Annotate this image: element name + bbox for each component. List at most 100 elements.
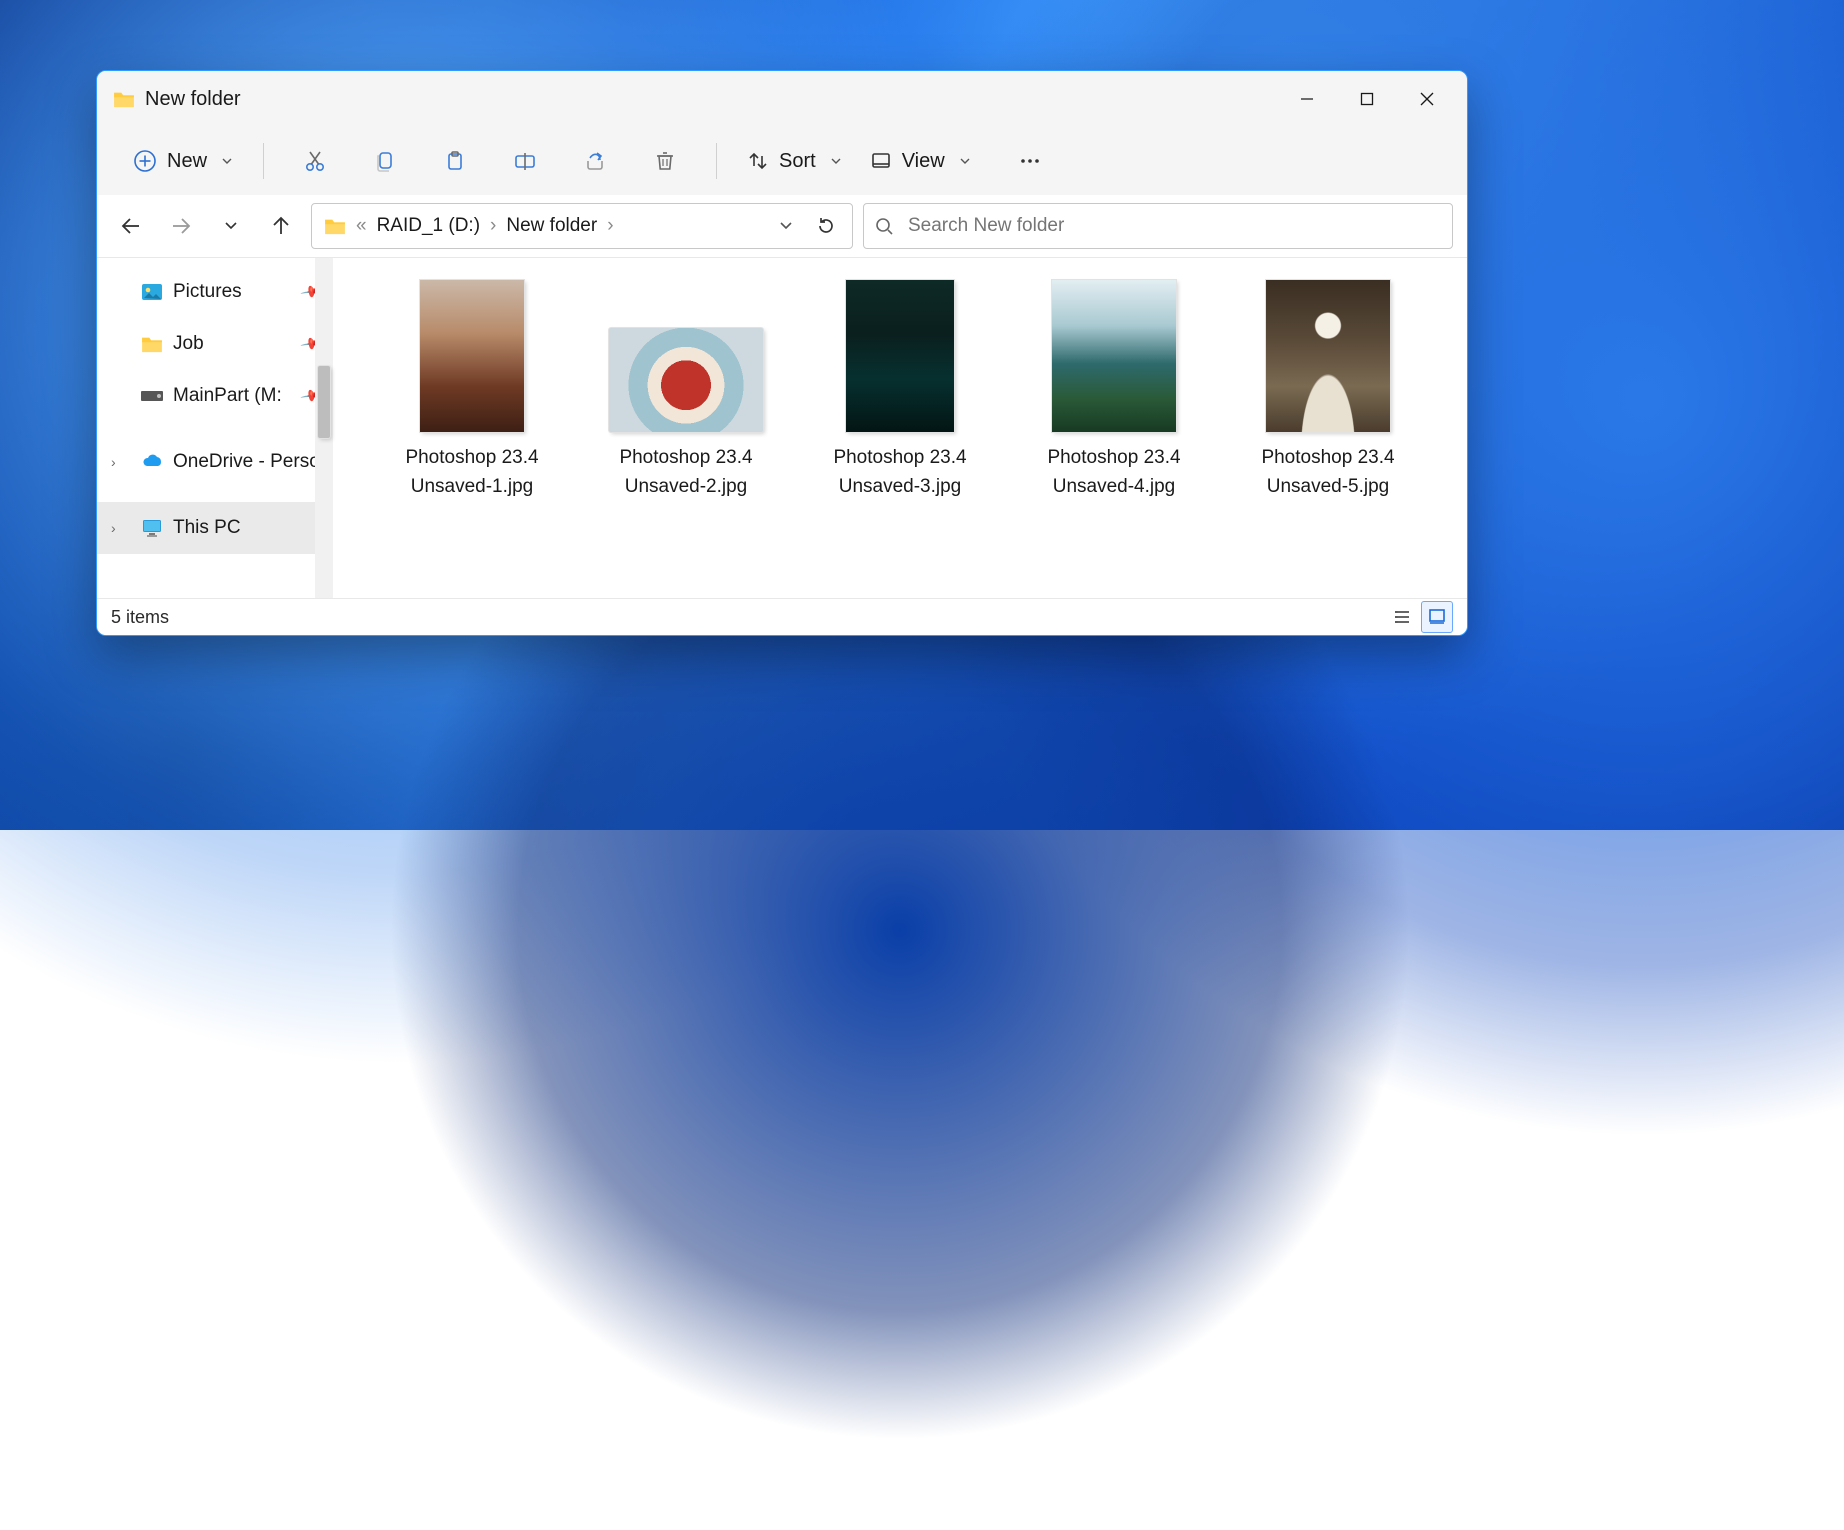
sidebar-item-label: MainPart (M: xyxy=(173,385,282,407)
view-icon xyxy=(870,150,892,172)
drive-icon xyxy=(141,385,163,407)
view-label: View xyxy=(902,150,945,173)
onedrive-icon xyxy=(141,451,163,473)
details-view-toggle[interactable] xyxy=(1387,602,1417,632)
up-button[interactable] xyxy=(261,206,301,246)
view-button[interactable]: View xyxy=(856,139,985,183)
chevron-down-icon xyxy=(830,155,842,167)
chevron-right-icon[interactable]: › xyxy=(111,520,116,536)
thumbnails-icon xyxy=(1428,608,1446,626)
address-history-button[interactable] xyxy=(766,206,806,246)
file-name: Photoshop 23.4 Unsaved-2.jpg xyxy=(619,444,752,501)
scrollbar-thumb[interactable] xyxy=(318,366,330,438)
cut-button[interactable] xyxy=(288,139,342,183)
minimize-button[interactable] xyxy=(1277,71,1337,127)
this-pc-icon xyxy=(141,517,163,539)
more-button[interactable] xyxy=(1003,139,1057,183)
sidebar-item-mainpart[interactable]: MainPart (M: 📌 xyxy=(97,370,333,422)
recent-locations-button[interactable] xyxy=(211,206,251,246)
forward-button[interactable] xyxy=(161,206,201,246)
search-input[interactable] xyxy=(906,214,1442,238)
arrow-up-icon xyxy=(270,215,292,237)
folder-icon xyxy=(324,217,346,235)
file-name: Photoshop 23.4 Unsaved-5.jpg xyxy=(1261,444,1394,501)
file-item[interactable]: Photoshop 23.4 Unsaved-3.jpg xyxy=(819,276,981,501)
file-item[interactable]: Photoshop 23.4 Unsaved-2.jpg xyxy=(605,276,767,501)
status-text: 5 items xyxy=(111,607,169,628)
breadcrumb-segment[interactable]: New folder xyxy=(500,215,603,237)
cut-icon xyxy=(303,149,327,173)
chevron-down-icon xyxy=(224,219,238,233)
file-thumbnail xyxy=(1266,280,1390,432)
sidebar-item-onedrive[interactable]: › OneDrive - Perso xyxy=(97,436,333,488)
maximize-button[interactable] xyxy=(1337,71,1397,127)
file-item[interactable]: Photoshop 23.4 Unsaved-5.jpg xyxy=(1247,276,1409,501)
folder-icon xyxy=(113,90,135,108)
sort-button[interactable]: Sort xyxy=(733,139,856,183)
sidebar-item-this-pc[interactable]: › This PC xyxy=(97,502,333,554)
refresh-icon xyxy=(816,216,836,236)
trash-icon xyxy=(653,149,677,173)
breadcrumb-segment[interactable]: RAID_1 (D:) xyxy=(371,215,486,237)
chevron-right-icon: › xyxy=(486,215,500,237)
chevron-right-icon[interactable]: › xyxy=(111,454,116,470)
breadcrumb-overflow[interactable]: « xyxy=(352,215,371,237)
arrow-left-icon xyxy=(120,215,142,237)
file-item[interactable]: Photoshop 23.4 Unsaved-4.jpg xyxy=(1033,276,1195,501)
file-thumbnail xyxy=(609,328,763,432)
refresh-button[interactable] xyxy=(806,206,846,246)
navigation-row: « RAID_1 (D:) › New folder › xyxy=(97,195,1467,258)
file-list[interactable]: Photoshop 23.4 Unsaved-1.jpg Photoshop 2… xyxy=(333,258,1467,598)
navigation-pane[interactable]: Pictures 📌 Job 📌 MainPart (M: 📌 › xyxy=(97,258,333,598)
file-thumbnail xyxy=(1052,280,1176,432)
plus-circle-icon xyxy=(133,149,157,173)
sidebar-item-label: This PC xyxy=(173,517,241,539)
divider xyxy=(716,143,717,179)
rename-button[interactable] xyxy=(498,139,552,183)
paste-button[interactable] xyxy=(428,139,482,183)
chevron-down-icon xyxy=(221,155,233,167)
file-name: Photoshop 23.4 Unsaved-1.jpg xyxy=(405,444,538,501)
paste-icon xyxy=(443,149,467,173)
more-icon xyxy=(1018,149,1042,173)
share-button[interactable] xyxy=(568,139,622,183)
delete-button[interactable] xyxy=(638,139,692,183)
search-box[interactable] xyxy=(863,203,1453,249)
sidebar-scrollbar[interactable] xyxy=(315,258,333,598)
file-name: Photoshop 23.4 Unsaved-4.jpg xyxy=(1047,444,1180,501)
address-bar[interactable]: « RAID_1 (D:) › New folder › xyxy=(311,203,853,249)
list-icon xyxy=(1393,608,1411,626)
window-title: New folder xyxy=(145,88,241,111)
search-icon xyxy=(874,216,894,236)
thumbnails-view-toggle[interactable] xyxy=(1421,601,1453,633)
folder-icon xyxy=(141,333,163,355)
divider xyxy=(263,143,264,179)
copy-icon xyxy=(373,149,397,173)
chevron-down-icon xyxy=(959,155,971,167)
chevron-down-icon xyxy=(779,219,793,233)
new-label: New xyxy=(167,150,207,173)
share-icon xyxy=(583,149,607,173)
file-thumbnail xyxy=(420,280,524,432)
explorer-body: Pictures 📌 Job 📌 MainPart (M: 📌 › xyxy=(97,258,1467,598)
command-bar: New xyxy=(97,127,1467,195)
new-button[interactable]: New xyxy=(119,139,247,183)
file-item[interactable]: Photoshop 23.4 Unsaved-1.jpg xyxy=(391,276,553,501)
back-button[interactable] xyxy=(111,206,151,246)
sidebar-item-label: OneDrive - Perso xyxy=(173,451,320,473)
sidebar-item-label: Job xyxy=(173,333,204,355)
sidebar-item-label: Pictures xyxy=(173,281,242,303)
sort-icon xyxy=(747,150,769,172)
file-name: Photoshop 23.4 Unsaved-3.jpg xyxy=(833,444,966,501)
rename-icon xyxy=(513,149,537,173)
sidebar-item-pictures[interactable]: Pictures 📌 xyxy=(97,266,333,318)
copy-button[interactable] xyxy=(358,139,412,183)
titlebar[interactable]: New folder xyxy=(97,71,1467,127)
sort-label: Sort xyxy=(779,150,816,173)
pictures-icon xyxy=(141,281,163,303)
file-explorer-window: New folder New xyxy=(96,70,1468,636)
file-thumbnail xyxy=(846,280,954,432)
sidebar-item-job[interactable]: Job 📌 xyxy=(97,318,333,370)
status-bar: 5 items xyxy=(97,598,1467,635)
close-button[interactable] xyxy=(1397,71,1457,127)
